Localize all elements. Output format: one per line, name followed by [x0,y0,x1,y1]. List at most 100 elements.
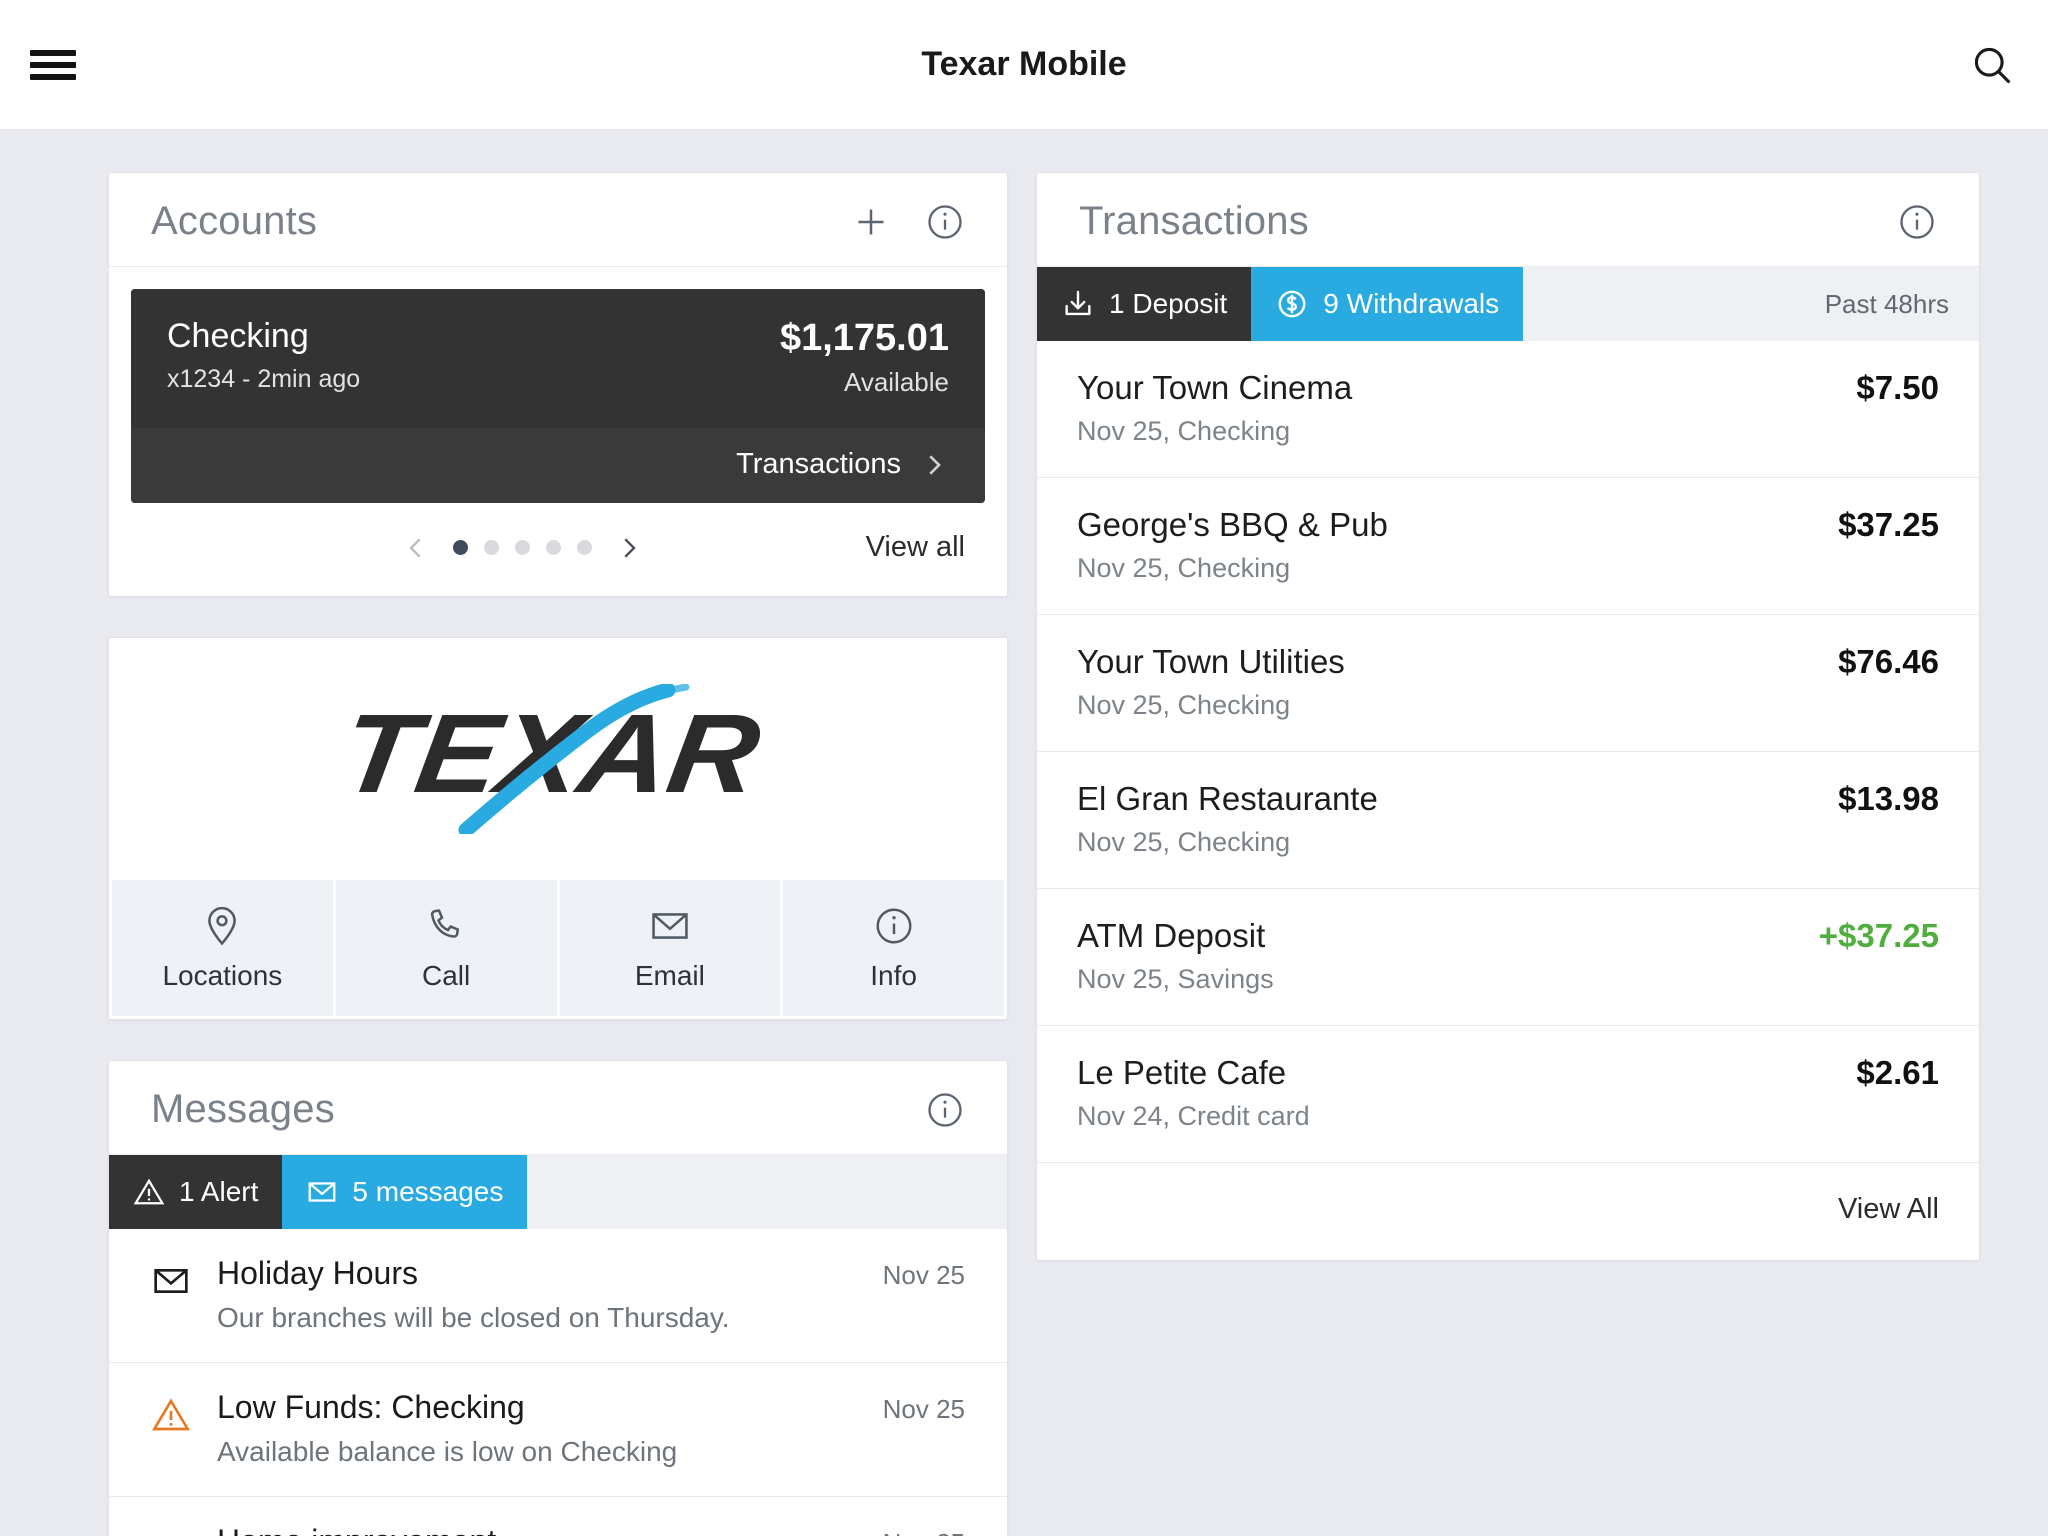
table-row[interactable]: Le Petite Cafe $2.61 Nov 24, Credit card [1037,1026,1979,1163]
messages-list: Holiday Hours Nov 25 Our branches will b… [109,1229,1007,1536]
message-description: Our branches will be closed on Thursday. [217,1302,730,1334]
account-tile-checking[interactable]: Checking x1234 - 2min ago $1,175.01 Avai… [131,289,985,504]
carousel-next-button[interactable] [614,533,644,563]
messages-card: Messages 1 Alert 5 messages Holiday Hour… [108,1060,1008,1536]
envelope-icon [649,902,691,950]
transaction-meta: Nov 25, Checking [1077,827,1291,857]
map-pin-icon [201,902,243,950]
carousel-dots [453,540,592,556]
carousel-dot[interactable] [546,540,561,556]
transaction-primary-line: Your Town Cinema $7.50 [1077,369,1939,407]
carousel-pager [401,533,644,563]
accounts-title: Accounts [151,199,318,243]
account-balance-label: Available [843,367,949,398]
list-item[interactable]: Holiday Hours Nov 25 Our branches will b… [109,1229,1007,1364]
right-column: Transactions 1 Deposit 9 Withdrawals Pas… [1036,172,1980,1301]
list-item[interactable]: Low Funds: Checking Nov 25 Available bal… [109,1363,1007,1498]
transaction-amount: +$37.25 [1818,917,1939,954]
table-row[interactable]: El Gran Restaurante $13.98 Nov 25, Check… [1037,752,1979,889]
plus-icon[interactable] [851,202,891,242]
message-header-line: Holiday Hours Nov 25 [217,1255,965,1292]
transactions-filter-chips: 1 Deposit 9 Withdrawals Past 48hrs [1037,267,1979,341]
chip-alerts[interactable]: 1 Alert [109,1155,283,1230]
warning-triangle-icon [133,1178,165,1205]
transactions-view-all-link[interactable]: View All [1838,1193,1939,1226]
hamburger-menu-icon[interactable] [30,45,76,85]
transaction-amount: $76.46 [1838,643,1939,680]
envelope-icon [308,1182,336,1203]
chip-messages[interactable]: 5 messages [282,1155,528,1230]
info-circle-icon[interactable] [1897,202,1937,242]
messages-card-header: Messages [109,1061,1007,1156]
accounts-header-actions [851,202,965,242]
texar-logo-graphic: TEXAR [348,684,768,835]
transactions-footer: View All [1037,1163,1979,1260]
chip-deposits[interactable]: 1 Deposit [1037,267,1252,341]
left-column: Accounts Checking x1234 - 2min ago $1,17… [108,172,1008,1536]
info-circle-icon[interactable] [925,1090,965,1130]
chip-label: 9 Withdrawals [1323,288,1500,319]
account-balance: $1,175.01 [779,317,949,359]
message-title: Low Funds: Checking [217,1389,525,1426]
message-body: Low Funds: Checking Nov 25 Available bal… [217,1389,965,1468]
carousel-dot[interactable] [453,540,468,556]
messages-filter-chips: 1 Alert 5 messages [109,1155,1007,1230]
info-circle-icon[interactable] [925,202,965,242]
account-identity: Checking x1234 - 2min ago [167,315,360,398]
list-item[interactable]: Home improvement... Nov 25 [109,1497,1007,1536]
account-transactions-link[interactable]: Transactions [131,428,985,504]
message-title: Holiday Hours [217,1255,418,1292]
chip-withdrawals[interactable]: 9 Withdrawals [1251,267,1524,341]
account-meta: x1234 - 2min ago [167,364,361,393]
account-transactions-label: Transactions [736,448,901,481]
transaction-primary-line: Your Town Utilities $76.46 [1077,643,1939,681]
carousel-prev-button[interactable] [401,533,431,563]
transactions-header-actions [1897,202,1937,242]
quick-action-email[interactable]: Email [559,880,781,1017]
dashboard-body: Accounts Checking x1234 - 2min ago $1,17… [0,130,2048,1536]
transaction-primary-line: George's BBQ & Pub $37.25 [1077,506,1939,544]
table-row[interactable]: Your Town Utilities $76.46 Nov 25, Check… [1037,615,1979,752]
transactions-list: Your Town Cinema $7.50 Nov 25, Checking … [1037,341,1979,1163]
transaction-name: Your Town Utilities [1077,643,1345,680]
chip-label: 5 messages [352,1176,504,1208]
message-header-line: Low Funds: Checking Nov 25 [217,1389,965,1426]
table-row[interactable]: Your Town Cinema $7.50 Nov 25, Checking [1037,341,1979,478]
transaction-primary-line: Le Petite Cafe $2.61 [1077,1054,1939,1092]
chip-label: 1 Deposit [1109,288,1228,319]
quick-action-info[interactable]: Info [783,880,1004,1017]
texar-logo: TEXAR [109,638,1007,881]
transaction-name: El Gran Restaurante [1077,780,1378,817]
quick-action-call[interactable]: Call [335,880,557,1017]
accounts-view-all-link[interactable]: View all [866,531,965,564]
quick-action-label: Info [870,960,917,992]
account-tile-summary: Checking x1234 - 2min ago $1,175.01 Avai… [131,289,985,429]
transactions-card-header: Transactions [1037,173,1979,267]
table-row[interactable]: ATM Deposit +$37.25 Nov 25, Savings [1037,889,1979,1026]
transaction-amount: $13.98 [1838,780,1939,817]
transaction-amount: $2.61 [1856,1054,1939,1091]
search-icon[interactable] [1966,39,2018,91]
message-title: Home improvement... [217,1523,523,1536]
transaction-amount: $7.50 [1856,369,1939,406]
account-balance-block: $1,175.01 Available [780,315,949,398]
quick-action-locations[interactable]: Locations [112,880,333,1017]
carousel-dot[interactable] [577,540,592,556]
message-description: Available balance is low on Checking [217,1436,678,1468]
transaction-primary-line: El Gran Restaurante $13.98 [1077,780,1939,818]
carousel-dot[interactable] [515,540,530,556]
quick-action-label: Email [634,960,705,992]
chip-label: 1 Alert [179,1176,259,1208]
transactions-card: Transactions 1 Deposit 9 Withdrawals Pas… [1036,172,1980,1261]
messages-header-actions [925,1090,965,1130]
message-header-line: Home improvement... Nov 25 [217,1523,965,1536]
quick-action-label: Call [422,960,471,992]
table-row[interactable]: George's BBQ & Pub $37.25 Nov 25, Checki… [1037,478,1979,615]
app-header: Texar Mobile [0,0,2048,130]
message-body: Home improvement... Nov 25 [217,1523,965,1536]
messages-chipbar-spacer [977,1155,1007,1229]
message-date: Nov 25 [882,1394,965,1425]
transactions-title: Transactions [1079,199,1309,243]
carousel-dot[interactable] [484,540,499,556]
brand-card: TEXAR Locations Call Email Info [108,637,1008,1021]
